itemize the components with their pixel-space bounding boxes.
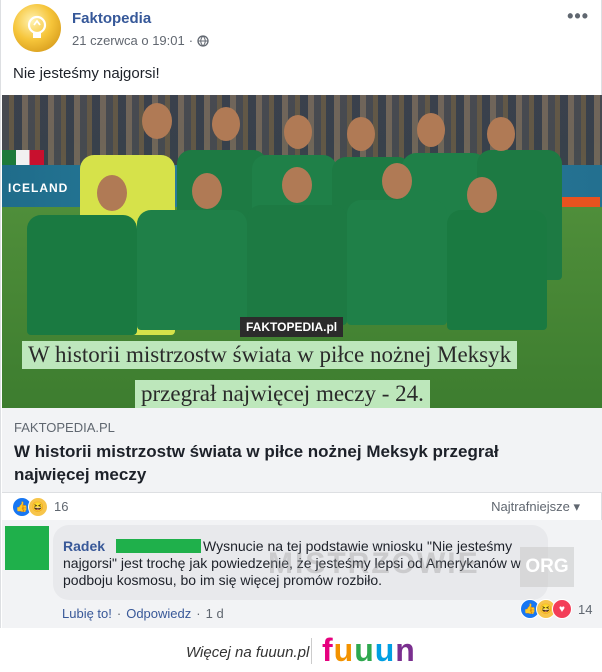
- link-title[interactable]: W historii mistrzostw świata w piłce noż…: [14, 440, 574, 486]
- comment-time[interactable]: 1 d: [206, 606, 224, 621]
- post-image[interactable]: ICELAND FAKTOPEDIA.pl W historii mistrzo…: [2, 95, 602, 408]
- player-head: [467, 177, 497, 213]
- reaction-icons[interactable]: 👍 😆: [12, 497, 48, 517]
- player: [247, 205, 347, 325]
- like-comment-link[interactable]: Lubię to!: [62, 606, 112, 621]
- logo-letter: u: [333, 632, 355, 668]
- image-caption-line1: W historii mistrzostw świata w piłce noż…: [22, 341, 518, 369]
- chevron-down-icon: ▾: [573, 499, 580, 514]
- post-text: Nie jesteśmy najgorsi!: [13, 65, 160, 82]
- image-caption-line2: przegrał najwięcej meczy - 24.: [135, 380, 430, 408]
- meta-separator: ·: [188, 33, 194, 48]
- player-head: [347, 117, 375, 151]
- player: [347, 200, 447, 325]
- dot-separator: ·: [116, 606, 122, 621]
- dot-separator: ·: [196, 606, 201, 621]
- comments-section: Radek Wysnucie na tej podstawie wniosku …: [2, 520, 602, 628]
- player: [27, 215, 137, 335]
- comment-sort-dropdown[interactable]: Najtrafniejsze ▾: [491, 499, 580, 515]
- site-watermark-org: ORG: [520, 547, 574, 587]
- player-head: [212, 107, 240, 141]
- more-options-icon[interactable]: •••: [567, 6, 589, 27]
- facebook-post: Faktopedia 21 czerwca o 19:01 · ••• Nie …: [0, 0, 602, 628]
- haha-icon: 😆: [28, 497, 48, 517]
- post-header: Faktopedia 21 czerwca o 19:01 · •••: [13, 4, 591, 54]
- player-head: [97, 175, 127, 211]
- board-text: ICELAND: [8, 181, 69, 195]
- player-head: [417, 113, 445, 147]
- player-head: [142, 103, 172, 139]
- page-name-link[interactable]: Faktopedia: [72, 10, 151, 27]
- page-avatar[interactable]: [13, 4, 61, 52]
- comment-bubble: Radek Wysnucie na tej podstawie wniosku …: [53, 525, 592, 619]
- reply-link[interactable]: Odpowiedz: [126, 606, 191, 621]
- sort-label: Najtrafniejsze: [491, 499, 570, 514]
- footer-more-link[interactable]: Więcej na fuuun.pl: [186, 644, 309, 661]
- link-domain: FAKTOPEDIA.PL: [14, 420, 115, 435]
- logo-letter: f: [322, 632, 334, 668]
- player-head: [487, 117, 515, 151]
- reactions-bar: 👍 😆 16 Najtrafniejsze ▾: [2, 492, 602, 520]
- globe-icon: [197, 34, 209, 47]
- footer-divider: [311, 638, 312, 664]
- fuuun-logo[interactable]: fuuun: [322, 632, 416, 669]
- player-head: [382, 163, 412, 199]
- post-meta: 21 czerwca o 19:01 ·: [72, 33, 209, 48]
- post-date[interactable]: 21 czerwca o 19:01: [72, 33, 185, 48]
- comment-reactions[interactable]: 👍 😆 ♥ 14: [520, 599, 592, 619]
- player-head: [192, 173, 222, 209]
- comment-actions: Lubię to! · Odpowiedz · 1 d: [62, 606, 224, 621]
- site-footer: Więcej na fuuun.pl fuuun: [0, 628, 602, 672]
- player-head: [284, 115, 312, 149]
- logo-letter: n: [395, 632, 416, 668]
- reaction-count[interactable]: 16: [54, 499, 68, 514]
- player: [447, 210, 547, 330]
- site-watermark: MISTRZOWIE: [268, 547, 480, 580]
- link-preview[interactable]: FAKTOPEDIA.PL W historii mistrzostw świa…: [2, 408, 602, 493]
- comment-reaction-count: 14: [578, 601, 593, 617]
- player-head: [282, 167, 312, 203]
- love-icon: ♥: [552, 599, 572, 619]
- commenter-avatar[interactable]: [5, 526, 49, 570]
- player: [137, 210, 247, 330]
- lightbulb-icon: [27, 15, 47, 38]
- image-watermark: FAKTOPEDIA.pl: [240, 317, 344, 337]
- logo-letter: u: [354, 632, 375, 668]
- logo-letter: u: [374, 632, 396, 668]
